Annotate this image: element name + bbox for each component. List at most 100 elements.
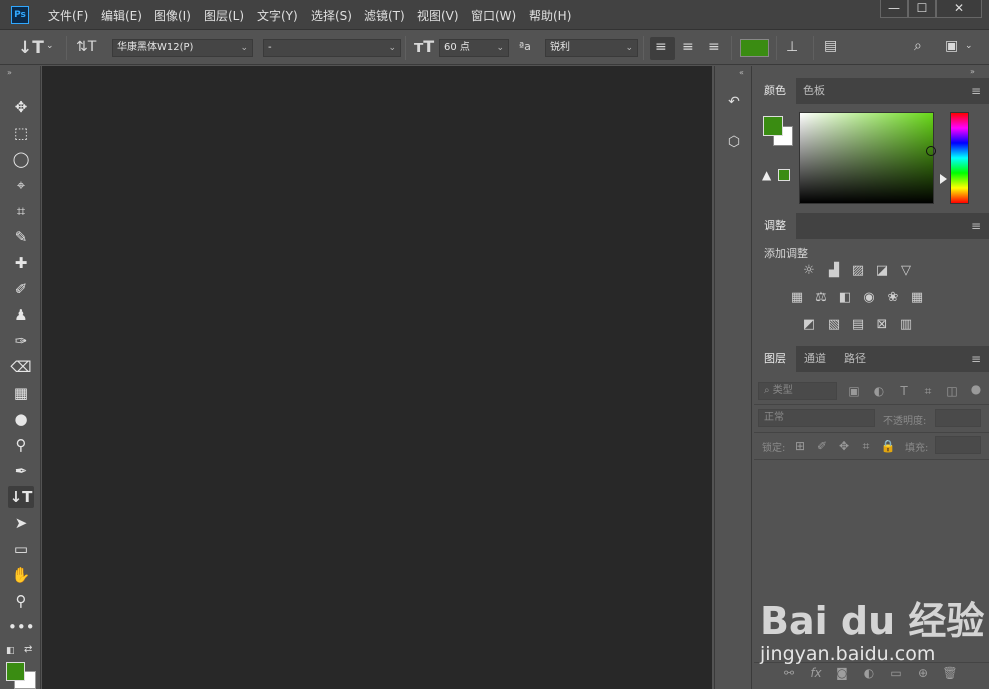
color-picker-field[interactable] (799, 112, 934, 204)
add-mask-icon[interactable]: ◙ (833, 666, 851, 680)
tab-channels[interactable]: 通道 (794, 346, 836, 372)
dodge-tool-icon[interactable]: ⚲ (8, 434, 34, 456)
new-group-icon[interactable]: ▭ (887, 666, 905, 680)
threshold-icon[interactable]: ▤ (849, 317, 867, 333)
menu-file[interactable]: 文件(F) (48, 7, 88, 24)
font-size-select[interactable]: 60 点 ⌄ (439, 39, 509, 57)
history-brush-tool-icon[interactable]: ✑ (8, 330, 34, 352)
move-tool-icon[interactable]: ✥ (8, 96, 34, 118)
rectangle-tool-icon[interactable]: ▭ (8, 538, 34, 560)
posterize-icon[interactable]: ▧ (825, 317, 843, 333)
foreground-color-swatch[interactable] (6, 662, 25, 681)
color-lookup-icon[interactable]: ▦ (908, 290, 926, 306)
document-canvas[interactable] (42, 66, 712, 689)
layer-style-icon[interactable]: fx (807, 666, 825, 680)
tab-color[interactable]: 颜色 (754, 78, 796, 104)
filter-toggle-icon[interactable]: ● (968, 382, 984, 396)
align-center-icon[interactable]: ≡ (682, 39, 694, 55)
clone-stamp-tool-icon[interactable]: ♟ (8, 304, 34, 326)
search-icon[interactable]: ⌕ (914, 38, 922, 54)
foreground-color-swatch[interactable] (763, 116, 783, 136)
maximize-button[interactable]: ☐ (908, 0, 936, 18)
lock-transparency-icon[interactable]: ⊞ (792, 439, 808, 453)
gradient-tool-icon[interactable]: ▦ (8, 382, 34, 404)
menu-edit[interactable]: 编辑(E) (101, 7, 142, 24)
type-tool-icon[interactable]: ↓T (18, 38, 44, 58)
expand-dock-icon[interactable]: « (739, 68, 744, 77)
filter-adjustment-icon[interactable]: ◐ (871, 384, 887, 398)
hand-tool-icon[interactable]: ✋ (8, 564, 34, 586)
selective-color-icon[interactable]: ⊠ (873, 317, 891, 333)
channel-mixer-icon[interactable]: ❀ (884, 290, 902, 306)
menu-image[interactable]: 图像(I) (154, 7, 191, 24)
swap-colors-icon[interactable]: ⇄ (24, 644, 32, 655)
blur-tool-icon[interactable]: ● (8, 408, 34, 430)
panel-menu-icon[interactable]: ≡ (971, 84, 981, 98)
antialias-select[interactable]: 锐利 ⌄ (545, 39, 638, 57)
workspace-icon[interactable]: ▣ (945, 38, 958, 54)
lock-position-icon[interactable]: ✥ (836, 439, 852, 453)
lock-artboard-icon[interactable]: ⌗ (858, 439, 874, 454)
black-white-icon[interactable]: ◧ (836, 290, 854, 306)
color-picker-cursor[interactable] (926, 146, 936, 156)
marquee-tool-icon[interactable]: ⬚ (8, 122, 34, 144)
font-style-select[interactable]: - ⌄ (263, 39, 401, 57)
filter-type-icon[interactable]: T (896, 384, 912, 398)
lock-pixels-icon[interactable]: ✐ (814, 439, 830, 453)
eraser-tool-icon[interactable]: ⌫ (8, 356, 34, 378)
warp-text-icon[interactable]: ⊥ (786, 39, 798, 55)
opacity-input[interactable] (935, 409, 981, 427)
filter-pixel-icon[interactable]: ▣ (846, 384, 862, 398)
hue-slider[interactable] (950, 112, 969, 204)
align-right-icon[interactable]: ≡ (708, 39, 720, 55)
menu-help[interactable]: 帮助(H) (529, 7, 571, 24)
history-panel-icon[interactable]: ↶ (724, 92, 744, 112)
blend-mode-select[interactable]: 正常 (758, 409, 875, 427)
properties-panel-icon[interactable]: ⬡ (724, 132, 744, 152)
collapse-toolbar-icon[interactable]: » (7, 68, 12, 77)
menu-filter[interactable]: 滤镜(T) (364, 7, 405, 24)
photo-filter-icon[interactable]: ◉ (860, 290, 878, 306)
toggle-orientation-icon[interactable]: ⇅T (76, 39, 96, 55)
layer-filter-select[interactable]: ⌕ 类型 (758, 382, 837, 400)
healing-brush-tool-icon[interactable]: ✚ (8, 252, 34, 274)
close-button[interactable]: ✕ (936, 0, 982, 18)
tab-paths[interactable]: 路径 (834, 346, 876, 372)
menu-select[interactable]: 选择(S) (311, 7, 352, 24)
tab-swatches[interactable]: 色板 (793, 78, 835, 104)
delete-layer-icon[interactable]: 🗑 (941, 666, 959, 680)
crop-tool-icon[interactable]: ⌗ (8, 200, 34, 222)
collapse-panels-icon[interactable]: » (970, 67, 975, 76)
brush-tool-icon[interactable]: ✐ (8, 278, 34, 300)
tool-preset-chevron-icon[interactable]: ⌄ (46, 41, 54, 51)
hue-slider-marker[interactable] (940, 174, 947, 184)
tab-layers[interactable]: 图层 (754, 346, 796, 372)
lock-all-icon[interactable]: 🔒 (880, 439, 896, 453)
menu-view[interactable]: 视图(V) (417, 7, 459, 24)
gamut-swatch[interactable] (778, 169, 790, 181)
path-selection-tool-icon[interactable]: ➤ (8, 512, 34, 534)
panel-menu-icon[interactable]: ≡ (971, 219, 981, 233)
invert-icon[interactable]: ◩ (800, 317, 818, 333)
panel-menu-icon[interactable]: ≡ (971, 352, 981, 366)
link-layers-icon[interactable]: ⚯ (780, 666, 798, 680)
fill-input[interactable] (935, 436, 981, 454)
character-panel-icon[interactable]: ▤ (824, 38, 837, 54)
align-left-button[interactable]: ≡ (650, 37, 675, 60)
levels-icon[interactable]: ▟ (825, 263, 843, 279)
color-balance-icon[interactable]: ⚖ (812, 290, 830, 306)
vibrance-icon[interactable]: ▽ (897, 263, 915, 279)
brightness-contrast-icon[interactable]: ☼ (800, 263, 818, 279)
quick-select-tool-icon[interactable]: ⌖ (8, 174, 34, 196)
pen-tool-icon[interactable]: ✒ (8, 460, 34, 482)
gradient-map-icon[interactable]: ▥ (897, 317, 915, 333)
type-tool-button[interactable]: ↓T (8, 486, 34, 508)
exposure-icon[interactable]: ◪ (873, 263, 891, 279)
new-layer-icon[interactable]: ⊕ (914, 666, 932, 680)
lasso-tool-icon[interactable]: ◯ (8, 148, 34, 170)
default-colors-icon[interactable]: ◧ (6, 646, 15, 656)
new-adjustment-layer-icon[interactable]: ◐ (860, 666, 878, 680)
minimize-button[interactable]: — (880, 0, 908, 18)
tab-adjustments[interactable]: 调整 (754, 213, 796, 239)
filter-smart-object-icon[interactable]: ◫ (944, 384, 960, 398)
